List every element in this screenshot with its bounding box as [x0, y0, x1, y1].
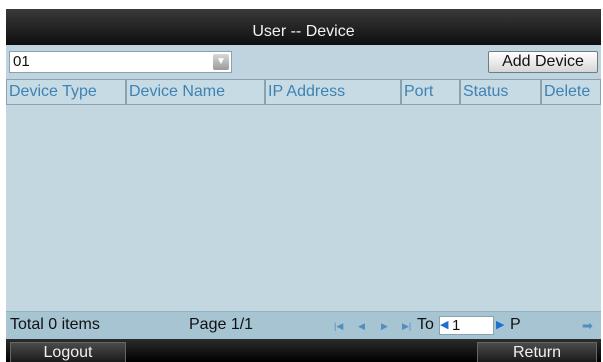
goto-label: To — [417, 316, 434, 333]
increment-icon[interactable]: ▶ — [496, 316, 504, 335]
pagination-bar: Total 0 items Page 1/1 |◀ ◀ ▶ ▶| To 1 ◀ … — [6, 311, 601, 339]
window-title: User -- Device — [252, 23, 355, 40]
next-page-icon[interactable]: ▶ — [381, 312, 388, 340]
user-select[interactable]: 01 ▼ — [9, 51, 232, 73]
page-unit-label: P — [510, 316, 521, 333]
column-device-type: Device Type — [6, 79, 126, 105]
decrement-icon[interactable]: ◀ — [440, 316, 448, 335]
goto-page-value: 1 — [452, 317, 461, 334]
logout-button[interactable]: Logout — [10, 342, 126, 362]
return-button[interactable]: Return — [477, 342, 597, 362]
column-device-name: Device Name — [126, 79, 265, 105]
page-indicator: Page 1/1 — [189, 316, 254, 333]
user-device-window: User -- Device 01 ▼ Add Device Device Ty… — [6, 9, 601, 362]
last-page-icon[interactable]: ▶| — [402, 312, 411, 340]
chevron-down-icon[interactable]: ▼ — [213, 54, 229, 70]
first-page-icon[interactable]: |◀ — [334, 312, 343, 340]
total-items: Total 0 items — [10, 316, 100, 333]
prev-page-icon[interactable]: ◀ — [358, 312, 365, 340]
column-status: Status — [460, 79, 541, 105]
device-list[interactable] — [6, 105, 601, 311]
user-select-value: 01 — [13, 53, 30, 70]
column-port: Port — [401, 79, 460, 105]
add-device-button[interactable]: Add Device — [488, 51, 598, 73]
table-header: Device Type Device Name IP Address Port … — [6, 79, 601, 105]
go-arrow-icon[interactable]: ➡ — [582, 312, 593, 340]
bottom-bar: Logout Return — [6, 339, 601, 362]
column-ip-address: IP Address — [265, 79, 401, 105]
title-bar: User -- Device — [6, 9, 601, 45]
column-delete: Delete — [541, 79, 601, 105]
